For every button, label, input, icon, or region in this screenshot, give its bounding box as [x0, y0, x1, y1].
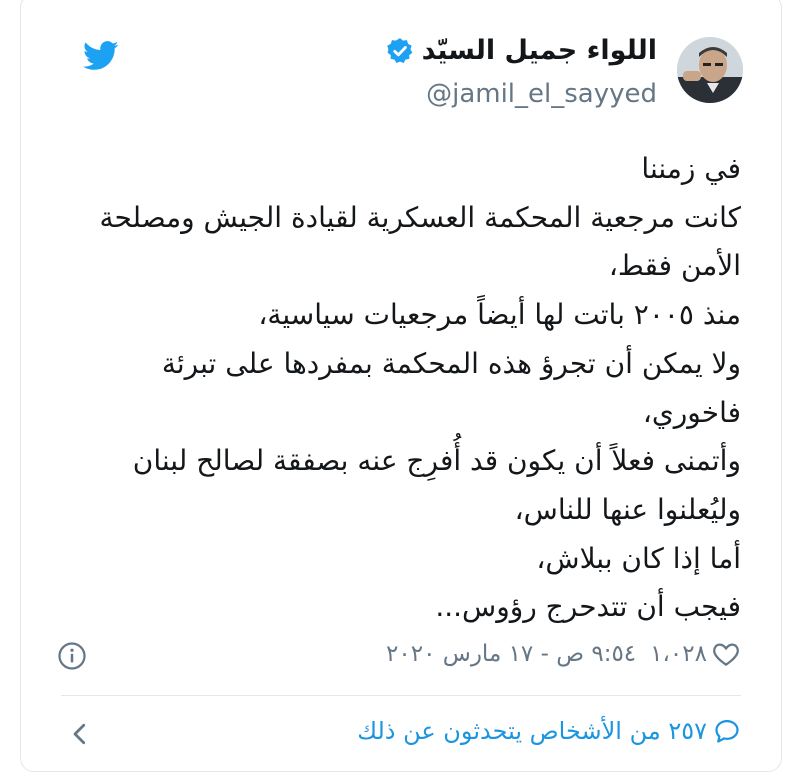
- tweet-meta: ١،٠٢٨ ٩:٥٤ ص - ١٧ مارس ٢٠٢٠: [51, 639, 741, 675]
- verified-badge-icon: [386, 37, 412, 63]
- tweet-card: اللواء جميل السيّد @jamil_el_sayyed في ز…: [20, 0, 782, 772]
- tweet-line: منذ ٢٠٠٥ باتت لها أيضاً مرجعيات سياسية،: [258, 298, 741, 332]
- info-icon[interactable]: [57, 641, 87, 671]
- tweet-line: وأتمنى فعلاً أن يكون قد أُفرِج عنه بصفقة…: [132, 444, 741, 478]
- author-handle[interactable]: @jamil_el_sayyed: [426, 79, 657, 109]
- conversation-link[interactable]: ٢٥٧ من الأشخاص يتحدثون عن ذلك: [357, 717, 741, 745]
- conversation-label[interactable]: ٢٥٧ من الأشخاص يتحدثون عن ذلك: [357, 717, 707, 745]
- display-name[interactable]: اللواء جميل السيّد: [422, 35, 657, 66]
- tweet-line: أما إذا كان ببلاش،: [536, 541, 741, 575]
- avatar[interactable]: [677, 37, 743, 103]
- avatar-photo: [677, 37, 743, 103]
- tweet-line: في زمننا: [641, 152, 741, 185]
- author-name-row[interactable]: اللواء جميل السيّد: [386, 35, 657, 66]
- tweet-line: كانت مرجعية المحكمة العسكرية لقيادة الجي…: [99, 200, 741, 234]
- like-count: ١،٠٢٨: [650, 641, 707, 667]
- twitter-bird-icon[interactable]: [83, 41, 119, 71]
- heart-icon[interactable]: [711, 639, 741, 669]
- tweet-line: فيجب أن تتدحرج رؤوس...: [435, 590, 741, 624]
- divider: [61, 695, 741, 696]
- tweet-timestamp[interactable]: ٩:٥٤ ص - ١٧ مارس ٢٠٢٠: [386, 641, 636, 667]
- tweet-line: وليُعلنوا عنها للناس،: [514, 492, 741, 526]
- tweet-line: ولا يمكن أن تجرؤ هذه المحكمة بمفردها على…: [161, 346, 741, 380]
- speech-bubble-icon: [715, 719, 739, 743]
- tweet-line: فاخوري،: [642, 395, 741, 429]
- chevron-left-icon[interactable]: [65, 719, 95, 749]
- tweet-line: الأمن فقط،: [608, 249, 741, 283]
- tweet-footer: ٢٥٧ من الأشخاص يتحدثون عن ذلك: [61, 715, 741, 755]
- tweet-text: في زمننا كانت مرجعية المحكمة العسكرية لق…: [51, 145, 741, 632]
- like-action[interactable]: ١،٠٢٨: [650, 639, 741, 669]
